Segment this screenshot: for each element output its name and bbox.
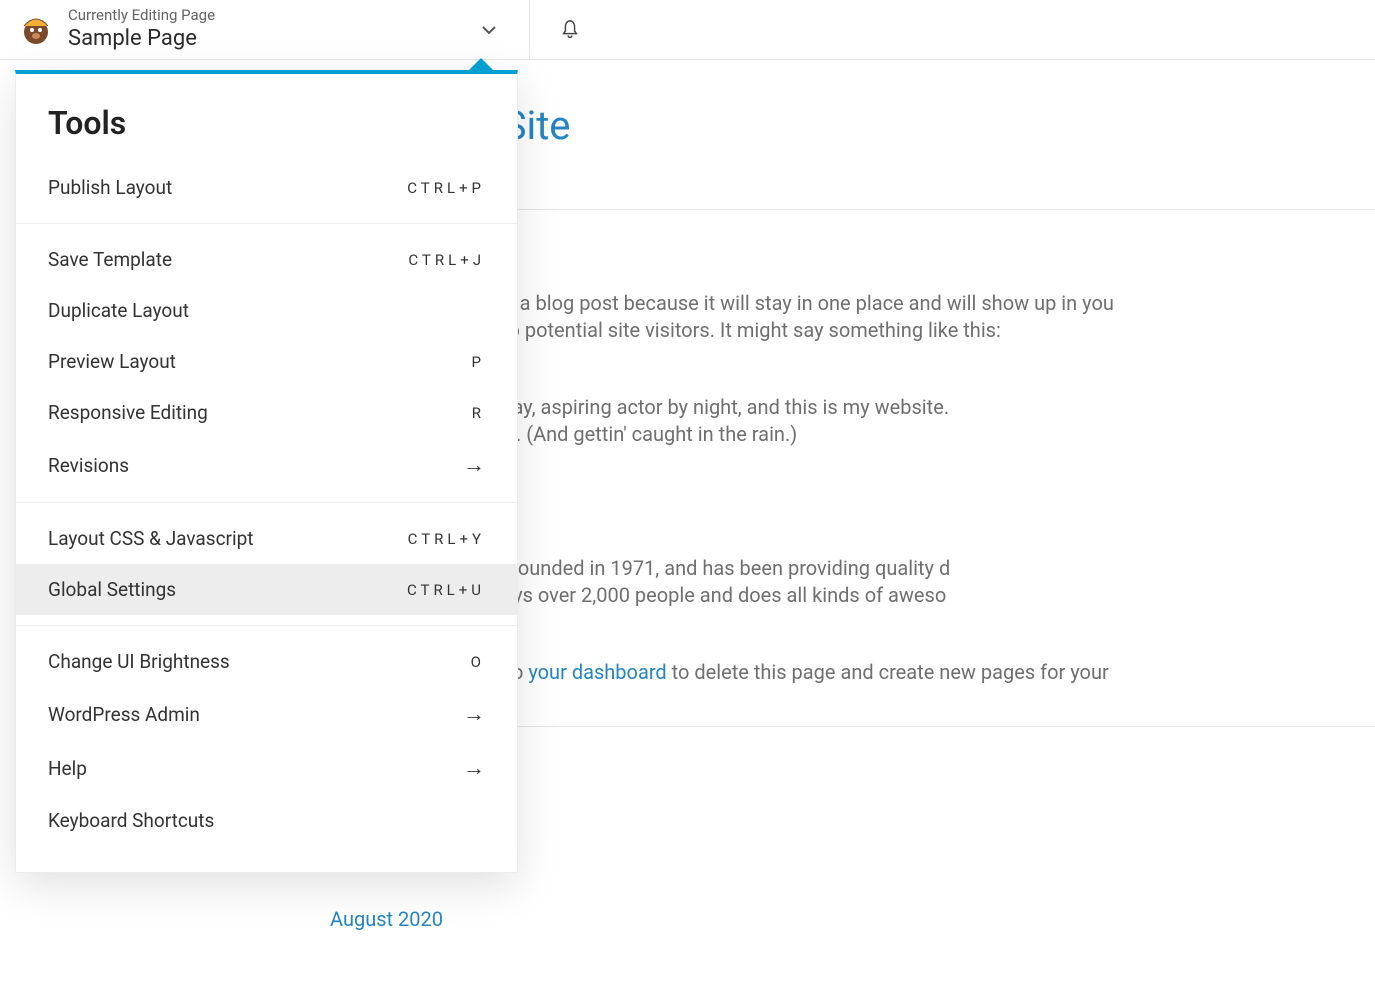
menu-item-shortcut: O	[471, 653, 485, 671]
bell-icon	[559, 19, 581, 41]
page-switcher[interactable]: Currently Editing Page Sample Page	[0, 0, 530, 59]
menu-item-keyboard-shortcuts[interactable]: Keyboard Shortcuts	[16, 795, 517, 846]
menu-item-responsive-editing[interactable]: Responsive Editing R	[16, 387, 517, 438]
menu-item-save-template[interactable]: Save Template CTRL+J	[16, 234, 517, 285]
menu-item-label: Save Template	[48, 248, 172, 271]
menu-item-label: Change UI Brightness	[48, 650, 230, 673]
arrow-right-icon: →	[463, 755, 485, 781]
dropdown-title: Tools	[16, 74, 517, 152]
menu-item-wordpress-admin[interactable]: WordPress Admin →	[16, 687, 517, 741]
menu-item-shortcut: P	[472, 353, 485, 371]
menu-item-duplicate-layout[interactable]: Duplicate Layout	[16, 285, 517, 336]
page-title-block: Currently Editing Page Sample Page	[68, 6, 215, 52]
menu-item-publish-layout[interactable]: Publish Layout CTRL+P	[16, 162, 517, 213]
menu-item-label: Keyboard Shortcuts	[48, 809, 214, 832]
menu-item-label: Global Settings	[48, 578, 176, 601]
menu-item-shortcut: CTRL+Y	[408, 530, 485, 548]
menu-item-label: Revisions	[48, 454, 129, 477]
tools-dropdown: Tools Publish Layout CTRL+P Save Template C…	[15, 70, 518, 873]
menu-item-shortcut: CTRL+P	[407, 179, 485, 197]
menu-item-shortcut: R	[472, 404, 485, 422]
menu-item-preview-layout[interactable]: Preview Layout P	[16, 336, 517, 387]
menu-item-revisions[interactable]: Revisions →	[16, 438, 517, 492]
menu-item-change-ui-brightness[interactable]: Change UI Brightness O	[16, 636, 517, 687]
page-name: Sample Page	[68, 25, 215, 53]
menu-item-label: Publish Layout	[48, 176, 172, 199]
notifications-button[interactable]	[540, 0, 600, 60]
menu-item-layout-css-javascript[interactable]: Layout CSS & Javascript CTRL+Y	[16, 513, 517, 564]
menu-item-label: WordPress Admin	[48, 703, 200, 726]
beaver-logo-icon	[18, 12, 54, 48]
editing-label: Currently Editing Page	[68, 6, 215, 25]
arrow-right-icon: →	[463, 701, 485, 727]
menu-item-global-settings[interactable]: Global Settings CTRL+U	[16, 564, 517, 615]
menu-item-label: Duplicate Layout	[48, 299, 189, 322]
topbar: Currently Editing Page Sample Page	[0, 0, 1375, 60]
menu-item-shortcut: CTRL+U	[407, 581, 485, 599]
menu-item-label: Help	[48, 757, 87, 780]
menu-item-label: Preview Layout	[48, 350, 176, 373]
menu-item-shortcut: CTRL+J	[408, 251, 485, 269]
dashboard-link[interactable]: your dashboard	[528, 660, 666, 684]
arrow-right-icon: →	[463, 452, 485, 478]
menu-item-label: Layout CSS & Javascript	[48, 527, 253, 550]
menu-item-help[interactable]: Help →	[16, 741, 517, 795]
menu-item-label: Responsive Editing	[48, 401, 208, 424]
chevron-down-icon[interactable]	[481, 22, 497, 38]
